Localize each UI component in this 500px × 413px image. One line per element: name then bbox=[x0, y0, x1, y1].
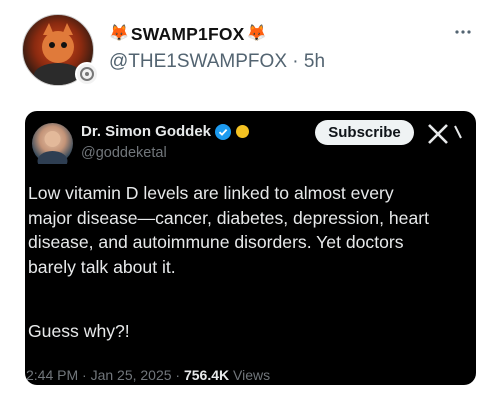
post-time[interactable]: 5h bbox=[304, 51, 325, 72]
verified-badge-icon bbox=[215, 123, 232, 140]
x-logo-icon bbox=[426, 122, 450, 146]
quoted-author-name: Dr. Simon Goddek bbox=[81, 123, 212, 140]
fox-icon: 🦊 bbox=[109, 25, 129, 42]
quoted-tweet-time: 2:44 PM · Jan 25, 2025 · bbox=[26, 367, 184, 383]
post: 🦊 SWAMP1FOX 🦊 @THE1SWAMPFOX · 5h Dr. Sim… bbox=[0, 0, 500, 413]
subscribe-button: Subscribe bbox=[315, 120, 414, 145]
avatar-badge-icon bbox=[75, 62, 99, 86]
author-row: 🦊 SWAMP1FOX 🦊 bbox=[109, 22, 266, 46]
fox-icon: 🦊 bbox=[246, 25, 267, 42]
quoted-author-avatar bbox=[32, 123, 73, 171]
grok-icon bbox=[453, 125, 463, 139]
views-label: Views bbox=[229, 367, 271, 383]
more-icon[interactable] bbox=[454, 22, 472, 38]
separator: · bbox=[287, 51, 304, 72]
quoted-author-row: Dr. Simon Goddek bbox=[81, 123, 250, 140]
quoted-tweet-meta: 2:44 PM · Jan 25, 2025 · 756.4K Views bbox=[26, 367, 270, 383]
views-count: 756.4K bbox=[183, 367, 230, 383]
author-handle[interactable]: @THE1SWAMPFOX bbox=[109, 51, 287, 72]
quoted-tweet-text: Low vitamin D levels are linked to almos… bbox=[28, 183, 429, 277]
embedded-tweet-screenshot[interactable]: Dr. Simon Goddek @goddeketal Subscribe L… bbox=[25, 111, 476, 385]
gold-badge-icon bbox=[236, 125, 250, 138]
quoted-author-handle: @goddeketal bbox=[81, 145, 167, 161]
author-handle-row: @THE1SWAMPFOX · 5h bbox=[109, 51, 325, 73]
author-display-name[interactable]: SWAMP1FOX bbox=[131, 24, 245, 45]
quoted-tweet-text-2: Guess why?! bbox=[28, 321, 130, 341]
